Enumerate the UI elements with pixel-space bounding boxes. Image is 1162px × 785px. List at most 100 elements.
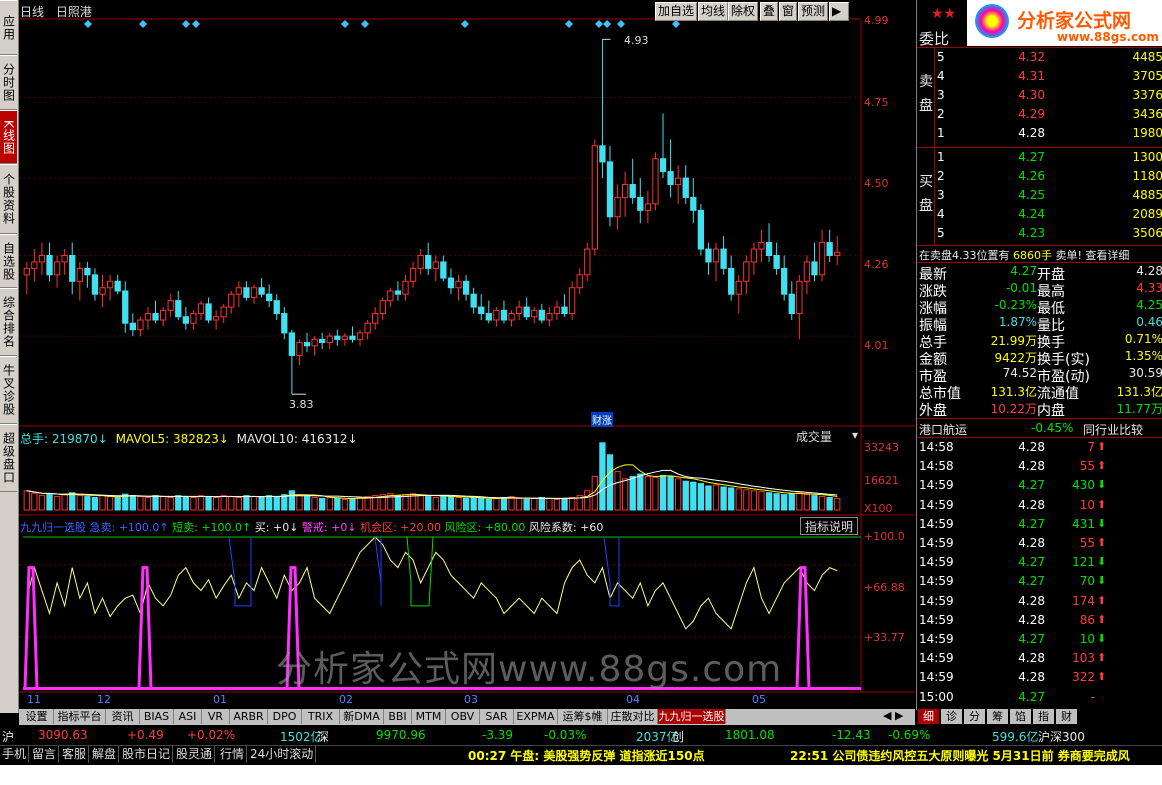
- sector-name[interactable]: 港口航运: [919, 421, 967, 438]
- month-label: 04: [626, 693, 640, 706]
- indicator-tab[interactable]: TRIX: [302, 709, 340, 724]
- candle-body: [568, 287, 576, 315]
- volume-tick: 33243: [864, 441, 899, 454]
- volume-bar: [53, 496, 61, 511]
- buy-level: 1: [937, 150, 945, 164]
- sell-price[interactable]: 4.32: [1007, 50, 1045, 64]
- arrow-up-icon: ⬆: [1097, 497, 1107, 511]
- news-ticker-2[interactable]: 22:51 公司债违约风控五大原则曝光 5月31日前 券商要完成风: [790, 747, 1152, 764]
- indicator-tab[interactable]: 设置: [20, 709, 54, 724]
- bottom-button[interactable]: 手机: [0, 746, 30, 763]
- quote-value: 74.52: [1002, 366, 1037, 380]
- candle-body: [23, 267, 30, 276]
- buy-price[interactable]: 4.26: [1007, 169, 1045, 183]
- nav-ranking[interactable]: 综合排名: [0, 288, 17, 356]
- news-ticker-1[interactable]: 00:27 午盘: 美股强势反弹 道指涨近150点: [468, 747, 705, 764]
- tick-time: 14:59: [919, 555, 954, 570]
- volume-bar: [144, 497, 152, 511]
- bottom-button[interactable]: 股市日记: [120, 746, 174, 763]
- indicator-tab[interactable]: BIAS: [140, 709, 174, 724]
- play-icon[interactable]: ▶: [829, 2, 849, 21]
- big-order-notice[interactable]: 在卖盘4.33位置有 6860手 卖单! 查看详细: [919, 247, 1129, 263]
- nav-kline[interactable]: K线图: [0, 110, 17, 164]
- candle-body: [303, 342, 311, 347]
- exright-button[interactable]: 除权: [728, 2, 759, 21]
- add-watchlist-button[interactable]: 加自选: [655, 2, 698, 21]
- volume-dropdown[interactable]: 成交量 ▾: [796, 428, 860, 444]
- indicator-tab[interactable]: 九九归一选股: [658, 709, 726, 724]
- bottom-button[interactable]: 留言: [30, 746, 60, 763]
- volume-bar: [273, 496, 280, 511]
- indicator-tab[interactable]: SAR: [480, 709, 514, 724]
- indicator-tab[interactable]: OBV: [446, 709, 480, 724]
- indicator-tab[interactable]: MTM: [412, 709, 446, 724]
- volume-bar: [99, 495, 106, 511]
- nav-diagnose[interactable]: 牛叉诊股: [0, 356, 17, 424]
- tick-volume: 70: [1079, 574, 1095, 589]
- nav-watchlist[interactable]: 自选股: [0, 234, 17, 288]
- sell-price[interactable]: 4.31: [1007, 69, 1045, 83]
- bottom-button[interactable]: 解盘: [90, 746, 120, 763]
- right-panel-tab[interactable]: 诊: [941, 709, 962, 724]
- watermark: 分析家公式网www.88gs.com: [276, 649, 783, 690]
- buy-price[interactable]: 4.27: [1007, 150, 1045, 164]
- sell-price[interactable]: 4.29: [1007, 107, 1045, 121]
- indicator-tab[interactable]: VR: [202, 709, 230, 724]
- sell-price[interactable]: 4.30: [1007, 88, 1045, 102]
- volume-bar: [137, 496, 144, 511]
- window-button[interactable]: 窗: [779, 2, 798, 21]
- candle-body: [644, 203, 652, 211]
- tick-time: 14:59: [919, 670, 954, 685]
- candle-body: [76, 267, 83, 282]
- nav-apps[interactable]: 应用: [0, 0, 17, 55]
- sell-price[interactable]: 4.28: [1007, 126, 1045, 140]
- candle-body: [485, 313, 492, 321]
- volume-bar: [220, 495, 227, 511]
- indicator-tab[interactable]: EXPMA: [514, 709, 558, 724]
- kline-chart[interactable]: 11 12 01 02 03 04 05: [19, 0, 915, 708]
- indicator-tab[interactable]: BBI: [384, 709, 412, 724]
- bottom-button[interactable]: 24小时滚动: [248, 746, 317, 763]
- candle-body: [197, 303, 205, 315]
- buy-price[interactable]: 4.24: [1007, 207, 1045, 221]
- right-panel-tab[interactable]: 筹: [987, 709, 1008, 724]
- candle-body: [523, 306, 530, 318]
- bottom-button[interactable]: 行情: [218, 746, 248, 763]
- right-panel-tab[interactable]: 细: [918, 709, 939, 724]
- event-marker[interactable]: 财涨: [591, 412, 613, 427]
- tab-scroll-arrows[interactable]: ◀ ▶: [883, 709, 913, 724]
- arrow-up-icon: ⬆: [1097, 593, 1107, 607]
- buy-price[interactable]: 4.23: [1007, 226, 1045, 240]
- volume-bar: [546, 497, 553, 511]
- volume-bar: [568, 497, 576, 511]
- nav-super[interactable]: 超级盘口: [0, 424, 17, 492]
- right-panel-tab[interactable]: 分: [964, 709, 985, 724]
- right-panel-tab[interactable]: 财: [1056, 709, 1077, 724]
- nav-profile[interactable]: 个股资料: [0, 164, 17, 234]
- indicator-tab[interactable]: 庄散对比: [608, 709, 658, 724]
- candle-body: [584, 248, 591, 276]
- indicator-help-button[interactable]: 指标说明: [800, 517, 858, 535]
- indicator-tab[interactable]: 指标平台: [54, 709, 106, 724]
- candle-body: [53, 261, 61, 276]
- indicator-tab[interactable]: DPO: [268, 709, 302, 724]
- sector-pct: -0.45%: [1031, 421, 1074, 435]
- nav-intraday[interactable]: 分时图: [0, 55, 17, 110]
- indicator-tab[interactable]: 新DMA: [340, 709, 384, 724]
- period-label[interactable]: 日线: [20, 5, 44, 19]
- ma-button[interactable]: 均线: [698, 2, 729, 21]
- right-panel-tab[interactable]: 指: [1033, 709, 1054, 724]
- bottom-button[interactable]: 客服: [60, 746, 90, 763]
- peer-compare-button[interactable]: 同行业比较: [1083, 421, 1143, 438]
- right-panel-tab[interactable]: 馅: [1010, 709, 1031, 724]
- indicator-tab[interactable]: 资讯: [106, 709, 140, 724]
- candle-body: [258, 287, 265, 295]
- forecast-button[interactable]: 预测: [798, 2, 829, 21]
- buy-price[interactable]: 4.25: [1007, 188, 1045, 202]
- indicator-tab[interactable]: ASI: [174, 709, 202, 724]
- indicator-tab[interactable]: ARBR: [230, 709, 268, 724]
- sell-volume: 3705: [1132, 69, 1162, 83]
- bottom-button[interactable]: 股灵通: [174, 746, 216, 763]
- overlay-button[interactable]: 叠: [760, 2, 779, 21]
- indicator-tab[interactable]: 运筹$帷幄: [558, 709, 608, 738]
